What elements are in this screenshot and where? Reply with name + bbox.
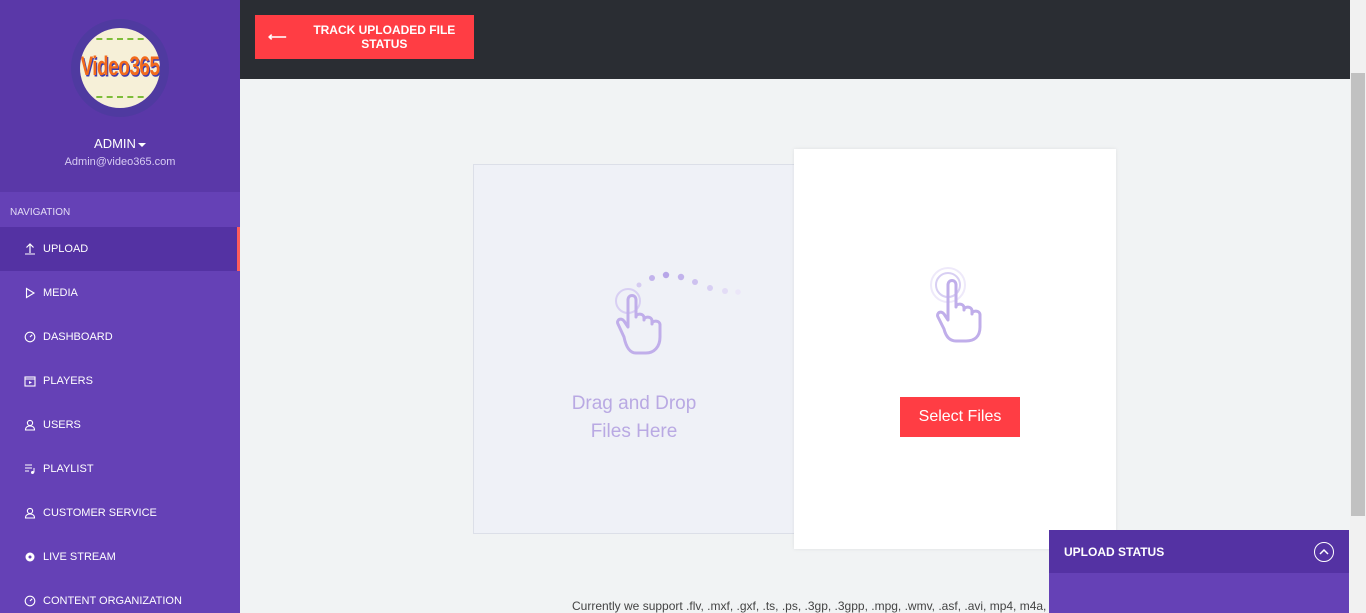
video365-logo: Video365 (80, 28, 160, 108)
sidebar-item-content-organization[interactable]: CONTENT ORGANIZATION (0, 579, 240, 613)
upload-icon (24, 243, 36, 255)
tap-hand-icon (930, 267, 982, 343)
page-scrollbar[interactable] (1350, 0, 1366, 613)
sidebar-item-label: MEDIA (43, 287, 78, 299)
upload-status-panel: UPLOAD STATUS (1049, 530, 1349, 613)
sidebar-item-label: UPLOAD (43, 243, 89, 255)
sidebar-item-playlist[interactable]: PLAYLIST (0, 447, 240, 491)
track-button-label: TRACK UPLOADED FILE STATUS (313, 23, 456, 51)
sidebar-item-label: PLAYLIST (43, 463, 94, 475)
avatar[interactable]: Video365 (71, 19, 169, 117)
drop-instructions: Drag and Drop Files Here (474, 390, 794, 446)
sidebar-item-upload[interactable]: UPLOAD (0, 227, 240, 271)
profile-section: Video365 ADMIN Admin@video365.com (0, 0, 240, 192)
sidebar-item-users[interactable]: USERS (0, 403, 240, 447)
user-name: ADMIN (94, 136, 136, 151)
sidebar-item-label: LIVE STREAM (43, 551, 116, 563)
sidebar-item-players[interactable]: PLAYERS (0, 359, 240, 403)
gauge-icon (24, 331, 36, 343)
top-bar: ⟵ TRACK UPLOADED FILE STATUS (240, 0, 1350, 79)
gauge-icon (24, 595, 36, 607)
sidebar-item-media[interactable]: MEDIA (0, 271, 240, 315)
track-upload-status-button[interactable]: ⟵ TRACK UPLOADED FILE STATUS (255, 15, 474, 59)
sidebar-item-dashboard[interactable]: DASHBOARD (0, 315, 240, 359)
drag-drop-zone[interactable]: Drag and Drop Files Here (473, 164, 795, 534)
sidebar-item-label: CONTENT ORGANIZATION (43, 595, 182, 607)
sidebar-item-label: DASHBOARD (43, 331, 113, 343)
user-icon (24, 507, 36, 519)
player-icon (24, 375, 36, 387)
sidebar-item-label: USERS (43, 419, 81, 431)
sidebar-item-label: PLAYERS (43, 375, 93, 387)
supported-formats-text: Currently we support .flv, .mxf, .gxf, .… (572, 599, 1047, 613)
drop-text-line2: Files Here (590, 421, 678, 442)
upload-status-header[interactable]: UPLOAD STATUS (1049, 530, 1349, 573)
logo-text: Video365 (80, 52, 160, 82)
upload-status-title: UPLOAD STATUS (1064, 544, 1165, 559)
scrollbar-thumb[interactable] (1351, 73, 1365, 516)
play-icon (24, 287, 36, 299)
broadcast-icon (24, 551, 36, 563)
drag-hand-icon (615, 271, 741, 355)
user-icon (24, 419, 36, 431)
user-email: Admin@video365.com (64, 156, 176, 168)
playlist-icon (24, 463, 36, 475)
chevron-up-icon[interactable] (1314, 541, 1334, 562)
sidebar-item-label: CUSTOMER SERVICE (43, 507, 157, 519)
sidebar: Video365 ADMIN Admin@video365.com NAVIGA… (0, 0, 240, 613)
select-files-button[interactable]: Select Files (900, 397, 1020, 437)
caret-down-icon (137, 142, 146, 147)
drop-text-line1: Drag and Drop (571, 393, 697, 414)
nav-section-label: NAVIGATION (10, 207, 71, 218)
select-files-panel: Select Files (794, 149, 1116, 549)
sidebar-item-customer-service[interactable]: CUSTOMER SERVICE (0, 491, 240, 535)
user-menu[interactable]: ADMIN (0, 136, 240, 151)
arrow-left-icon: ⟵ (268, 29, 287, 44)
sidebar-item-live-stream[interactable]: LIVE STREAM (0, 535, 240, 579)
